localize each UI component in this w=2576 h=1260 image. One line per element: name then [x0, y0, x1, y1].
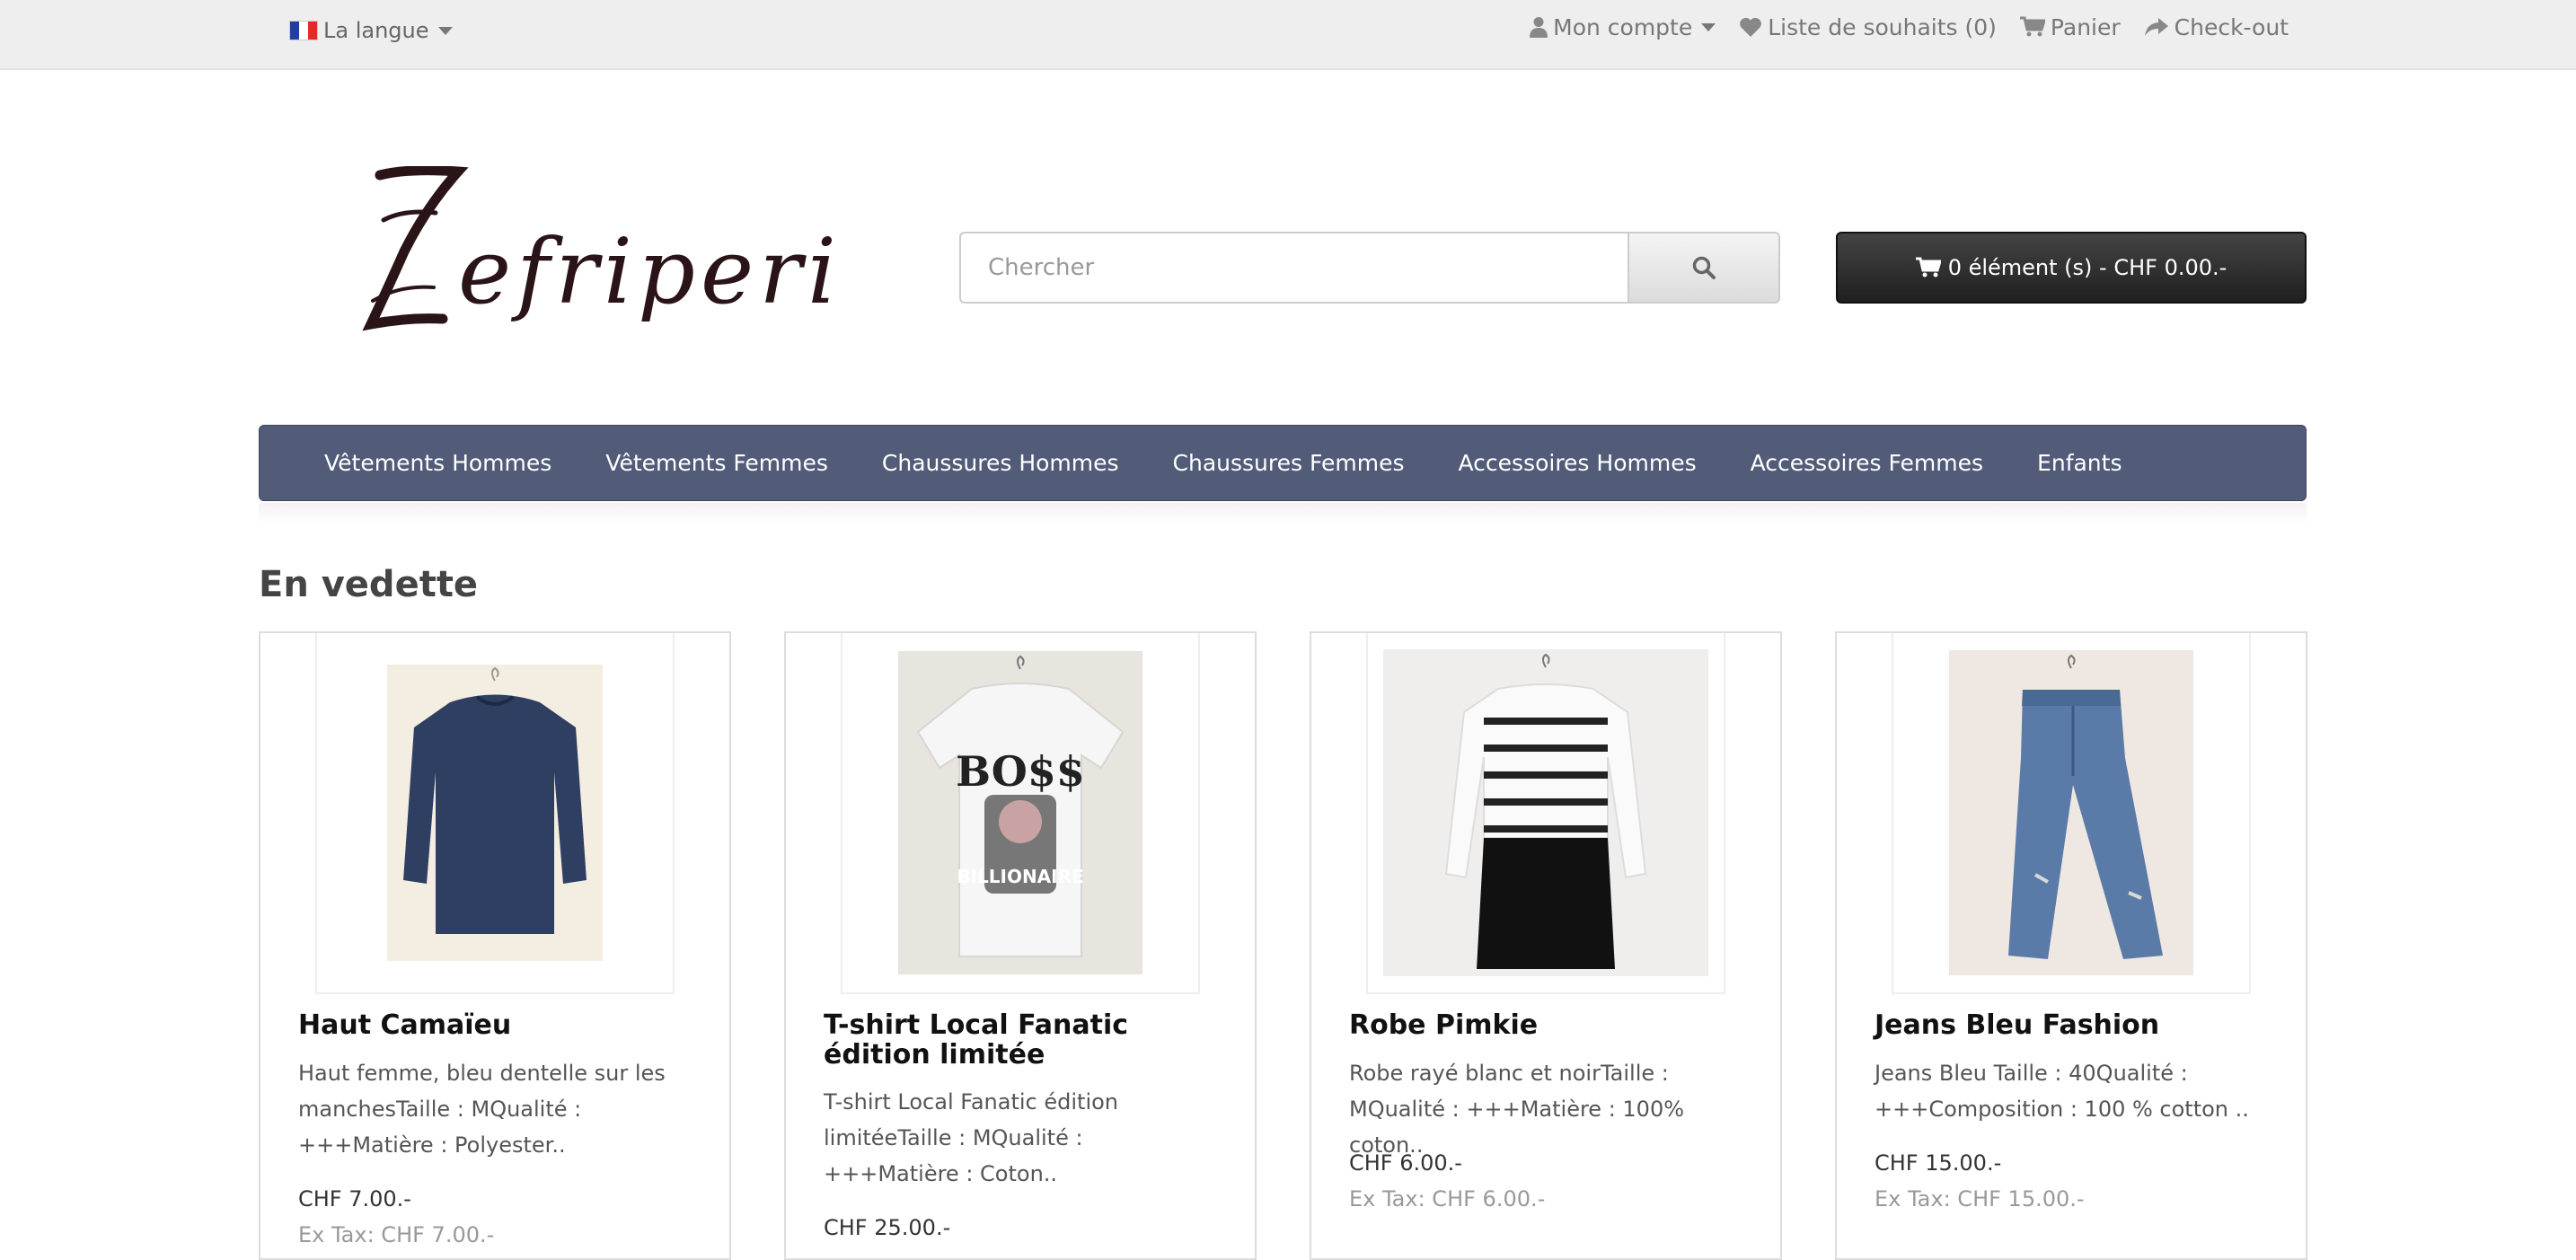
heart-icon [1740, 17, 1762, 37]
product-card: BO$$ BILLIONAIRE T-shirt Local Fanatic é… [784, 631, 1257, 1260]
user-icon [1530, 17, 1548, 38]
top-bar: La langue Mon compte Liste de souhaits (… [0, 0, 2576, 70]
language-label: La langue [323, 18, 429, 43]
product-image-link[interactable] [315, 633, 675, 994]
product-price-ex-tax: Ex Tax: CHF 6.00.- [1349, 1186, 1546, 1212]
cart-icon [2019, 16, 2045, 37]
product-description: Robe rayé blanc et noirTaille : MQualité… [1349, 1061, 1685, 1158]
cart-summary-label: 0 élément (s) - CHF 0.00.- [1947, 255, 2228, 280]
cart-label: Panier [2050, 13, 2121, 40]
product-name[interactable]: T-shirt Local Fanatic édition limitée [824, 1010, 1228, 1070]
svg-text:BILLIONAIRE: BILLIONAIRE [957, 866, 1083, 887]
product-price-ex-tax: Ex Tax: CHF 15.00.- [1875, 1186, 2085, 1212]
language-selector[interactable]: La langue [289, 14, 453, 47]
menu-item-chaussures-femmes[interactable]: Chaussures Femmes [1146, 425, 1432, 501]
product-image-link[interactable] [1892, 633, 2251, 994]
chevron-down-icon [1701, 22, 1716, 31]
my-account-link[interactable]: Mon compte [1530, 14, 1716, 40]
checkout-label: Check-out [2174, 13, 2289, 40]
product-price-ex-tax: Ex Tax: CHF 7.00.- [298, 1222, 495, 1247]
search-bar [959, 232, 1780, 304]
product-image [1949, 650, 2193, 975]
product-description: Haut femme, bleu dentelle sur les manche… [298, 1061, 666, 1158]
menu-item-vetements-femmes[interactable]: Vêtements Femmes [578, 425, 855, 501]
chevron-down-icon [437, 26, 453, 35]
menu-item-accessoires-femmes[interactable]: Accessoires Femmes [1724, 425, 2010, 501]
product-price: CHF 15.00.- [1875, 1150, 2002, 1176]
product-name[interactable]: Haut Camaïeu [298, 1010, 702, 1040]
wishlist-link[interactable]: Liste de souhaits (0) [1739, 14, 1997, 40]
wishlist-label: Liste de souhaits (0) [1768, 13, 1997, 40]
product-image [387, 665, 603, 961]
cart-icon [1915, 257, 1941, 278]
product-card: Haut Camaïeu Haut femme, bleu dentelle s… [259, 631, 731, 1260]
product-image [1383, 649, 1708, 976]
svg-text:efriperie: efriperie [458, 219, 840, 324]
product-image-link[interactable]: BO$$ BILLIONAIRE [841, 633, 1200, 994]
site-logo[interactable]: efriperie [337, 166, 840, 337]
search-icon [1692, 256, 1716, 279]
svg-text:BO$$: BO$$ [956, 747, 1085, 796]
product-name[interactable]: Jeans Bleu Fashion [1875, 1010, 2279, 1040]
cart-summary-button[interactable]: 0 élément (s) - CHF 0.00.- [1836, 232, 2307, 304]
cart-link[interactable]: Panier [2019, 13, 2121, 40]
product-price: CHF 7.00.- [298, 1186, 411, 1212]
search-button[interactable] [1628, 232, 1780, 304]
product-description: Jeans Bleu Taille : 40Qualité : +++Compo… [1875, 1061, 2249, 1122]
product-description: T-shirt Local Fanatic édition limitéeTai… [824, 1089, 1119, 1186]
menu-item-accessoires-hommes[interactable]: Accessoires Hommes [1432, 425, 1724, 501]
product-price: CHF 6.00.- [1349, 1150, 1462, 1176]
flag-fr-icon [289, 21, 318, 40]
product-name[interactable]: Robe Pimkie [1349, 1010, 1753, 1040]
menu-item-chaussures-hommes[interactable]: Chaussures Hommes [855, 425, 1146, 501]
top-links: Mon compte Liste de souhaits (0) Panier … [1530, 11, 2289, 43]
product-image: BO$$ BILLIONAIRE [898, 651, 1142, 974]
section-title-featured: En vedette [259, 564, 479, 605]
product-card: Robe Pimkie Robe rayé blanc et noirTaill… [1310, 631, 1782, 1260]
menu-divider [259, 503, 2307, 524]
product-card: Jeans Bleu Fashion Jeans Bleu Taille : 4… [1835, 631, 2307, 1260]
share-icon [2144, 18, 2168, 36]
product-image-link[interactable] [1366, 633, 1725, 994]
product-price: CHF 25.00.- [824, 1215, 951, 1240]
search-input[interactable] [959, 232, 1628, 304]
category-menu: Vêtements Hommes Vêtements Femmes Chauss… [259, 425, 2307, 501]
menu-item-vetements-hommes[interactable]: Vêtements Hommes [297, 425, 578, 501]
my-account-label: Mon compte [1553, 13, 1693, 40]
menu-item-enfants[interactable]: Enfants [2010, 425, 2148, 501]
checkout-link[interactable]: Check-out [2144, 14, 2289, 40]
